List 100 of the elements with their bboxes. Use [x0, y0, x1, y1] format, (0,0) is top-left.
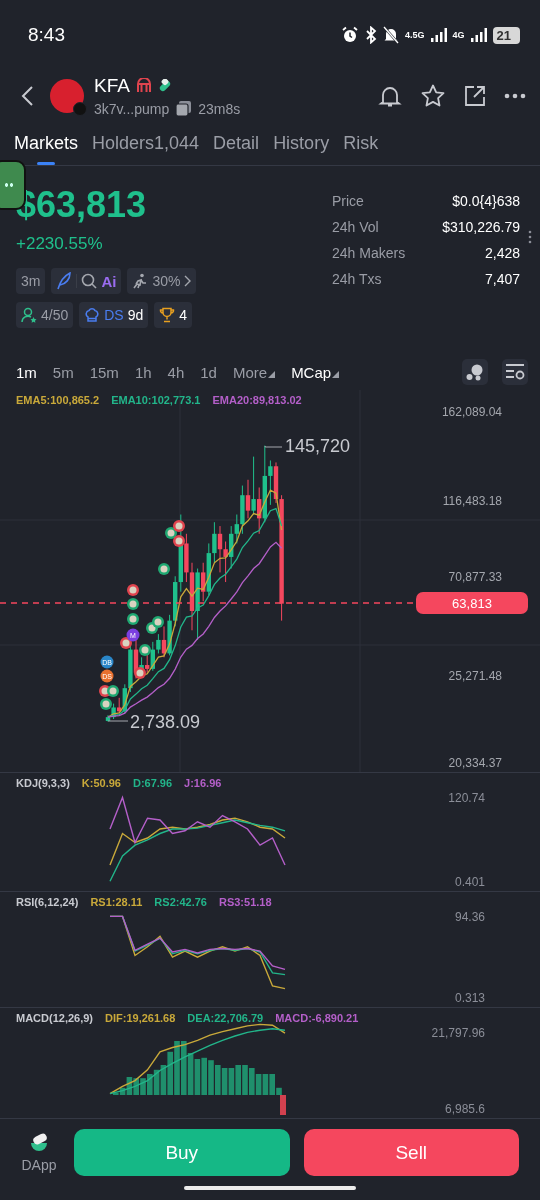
timeframe-tab[interactable]: 1m [16, 359, 37, 385]
bell-icon[interactable] [378, 84, 402, 108]
chef-hat-icon [84, 307, 101, 323]
copy-icon[interactable] [175, 100, 193, 117]
indicator-name: MACD(12,26,9) [16, 1012, 94, 1024]
bell-off-icon [383, 26, 399, 44]
chevron-right-icon [184, 275, 192, 287]
stat-label: Price [332, 193, 364, 209]
feather-icon [56, 272, 73, 290]
trader-avatar-icon[interactable] [158, 563, 170, 575]
tab[interactable]: Markets [14, 122, 78, 165]
tab[interactable]: Detail [213, 122, 260, 165]
timeframe-tab[interactable]: 5m [52, 359, 74, 385]
axis-label: 6,985.6 [444, 1102, 485, 1116]
gate-icon [135, 78, 152, 94]
holders-chip[interactable]: 4/50 [16, 302, 74, 328]
battery-level: 21 [492, 26, 520, 44]
runner-icon [132, 273, 149, 289]
trader-avatar-icon[interactable] [173, 535, 185, 547]
timeframe-tab[interactable]: 4h [167, 359, 185, 385]
share-icon[interactable] [464, 85, 486, 107]
network-label: 4G [452, 30, 465, 40]
axis-label: 20,334.37 [448, 756, 502, 770]
leader-line [107, 720, 129, 722]
back-icon[interactable] [20, 85, 34, 107]
caret-icon [268, 370, 276, 378]
stat-label: 24h Txs [332, 271, 382, 287]
indicator-legend: DEA:22,706.79 [187, 1012, 264, 1024]
trader-avatar-icon[interactable] [127, 613, 139, 625]
user-star-icon [21, 307, 37, 323]
trader-avatar-icon[interactable] [100, 698, 112, 710]
axis-label: 25,271.48 [448, 669, 502, 683]
trader-avatar-icon[interactable] [173, 520, 185, 532]
settings-icon [505, 363, 525, 381]
low-price-label: 2,738.09 [130, 712, 201, 733]
chart-settings-button[interactable] [502, 359, 528, 385]
indicator-legend: RS3:51.18 [218, 896, 272, 908]
price-change: +2230.55% [16, 234, 104, 254]
star-icon[interactable] [420, 83, 446, 109]
indicator-legend: J:16.96 [184, 777, 222, 789]
bluetooth-icon [365, 26, 377, 44]
age-chip[interactable]: 3m [16, 268, 46, 294]
axis-label: 116,483.18 [442, 494, 502, 508]
stat-value: 2,428 [484, 245, 520, 261]
trader-avatar-icon[interactable] [139, 644, 151, 656]
axis-label: 70,877.33 [448, 570, 502, 584]
indicator-legend: RS2:42.76 [154, 896, 207, 908]
ai-search-chip[interactable]: Ai [51, 268, 122, 294]
leader-line [264, 445, 283, 448]
token-address: 3k7v...pump [94, 100, 170, 117]
mode-dropdown[interactable]: MCap [291, 359, 340, 385]
axis-label: 94.36 [454, 910, 485, 924]
stat-value: 7,407 [484, 271, 520, 287]
trader-avatar-icon[interactable] [152, 616, 164, 628]
timeframe-tab[interactable]: 1h [134, 359, 152, 385]
indicator-legend: RS1:28.11 [90, 896, 143, 908]
timeframe-tab[interactable]: More [232, 359, 276, 385]
stat-label: 24h Vol [332, 219, 379, 235]
trophy-icon [159, 307, 176, 323]
axis-label: 21,797.96 [431, 1026, 485, 1040]
status-time: 8:43 [28, 24, 65, 46]
network-label: 4.5G [405, 30, 425, 40]
timeframe-tab[interactable]: 1d [200, 359, 217, 385]
indicator-name: KDJ(9,3,3) [16, 777, 70, 789]
axis-label: 0.401 [454, 875, 485, 889]
indicator-legend: DIF:19,261.68 [105, 1012, 176, 1024]
tab[interactable]: Risk [343, 122, 379, 165]
trophy-chip[interactable]: 4 [154, 302, 193, 328]
indicator-legend: MACD:-6,890.21 [275, 1012, 359, 1024]
more-icon[interactable] [504, 93, 526, 99]
search-icon [81, 273, 98, 289]
token-symbol: KFA [94, 75, 130, 97]
token-age: 23m8s [198, 100, 241, 117]
sell-button[interactable]: Sell [303, 1129, 519, 1176]
dev-chip[interactable]: DS 9d [79, 302, 149, 328]
timeframe-tab[interactable]: 15m [89, 359, 119, 385]
trader-avatar-icon[interactable] [127, 598, 139, 610]
indicator-legend: D:67.96 [132, 777, 173, 789]
axis-label: 120.74 [448, 791, 485, 805]
indicator-button[interactable] [462, 359, 488, 385]
dapp-logo-icon[interactable] [28, 1132, 50, 1153]
token-avatar [50, 79, 84, 113]
tab[interactable]: Holders1,044 [92, 122, 200, 165]
tab[interactable]: History [273, 122, 330, 165]
stat-label: 24h Makers [332, 245, 406, 261]
trader-avatar-icon[interactable] [127, 584, 139, 596]
signal-icon [470, 28, 487, 42]
signal-icon [430, 28, 447, 42]
trader-avatar-icon[interactable] [107, 685, 119, 697]
progress-chip[interactable]: 30% [127, 268, 197, 294]
high-price-label: 145,720 [285, 436, 351, 457]
stat-value: $0.0{4}638 [452, 193, 520, 209]
bubbles-icon [465, 363, 485, 381]
alarm-icon [341, 26, 359, 44]
dapp-label[interactable]: DApp [21, 1156, 57, 1173]
axis-label: 0.313 [454, 991, 485, 1005]
trader-avatar-icon[interactable] [134, 667, 146, 679]
ema-legend: EMA10:102,773.1 [111, 394, 201, 406]
drag-handle-icon[interactable] [528, 230, 532, 244]
axis-label: 162,089.04 [441, 405, 502, 419]
